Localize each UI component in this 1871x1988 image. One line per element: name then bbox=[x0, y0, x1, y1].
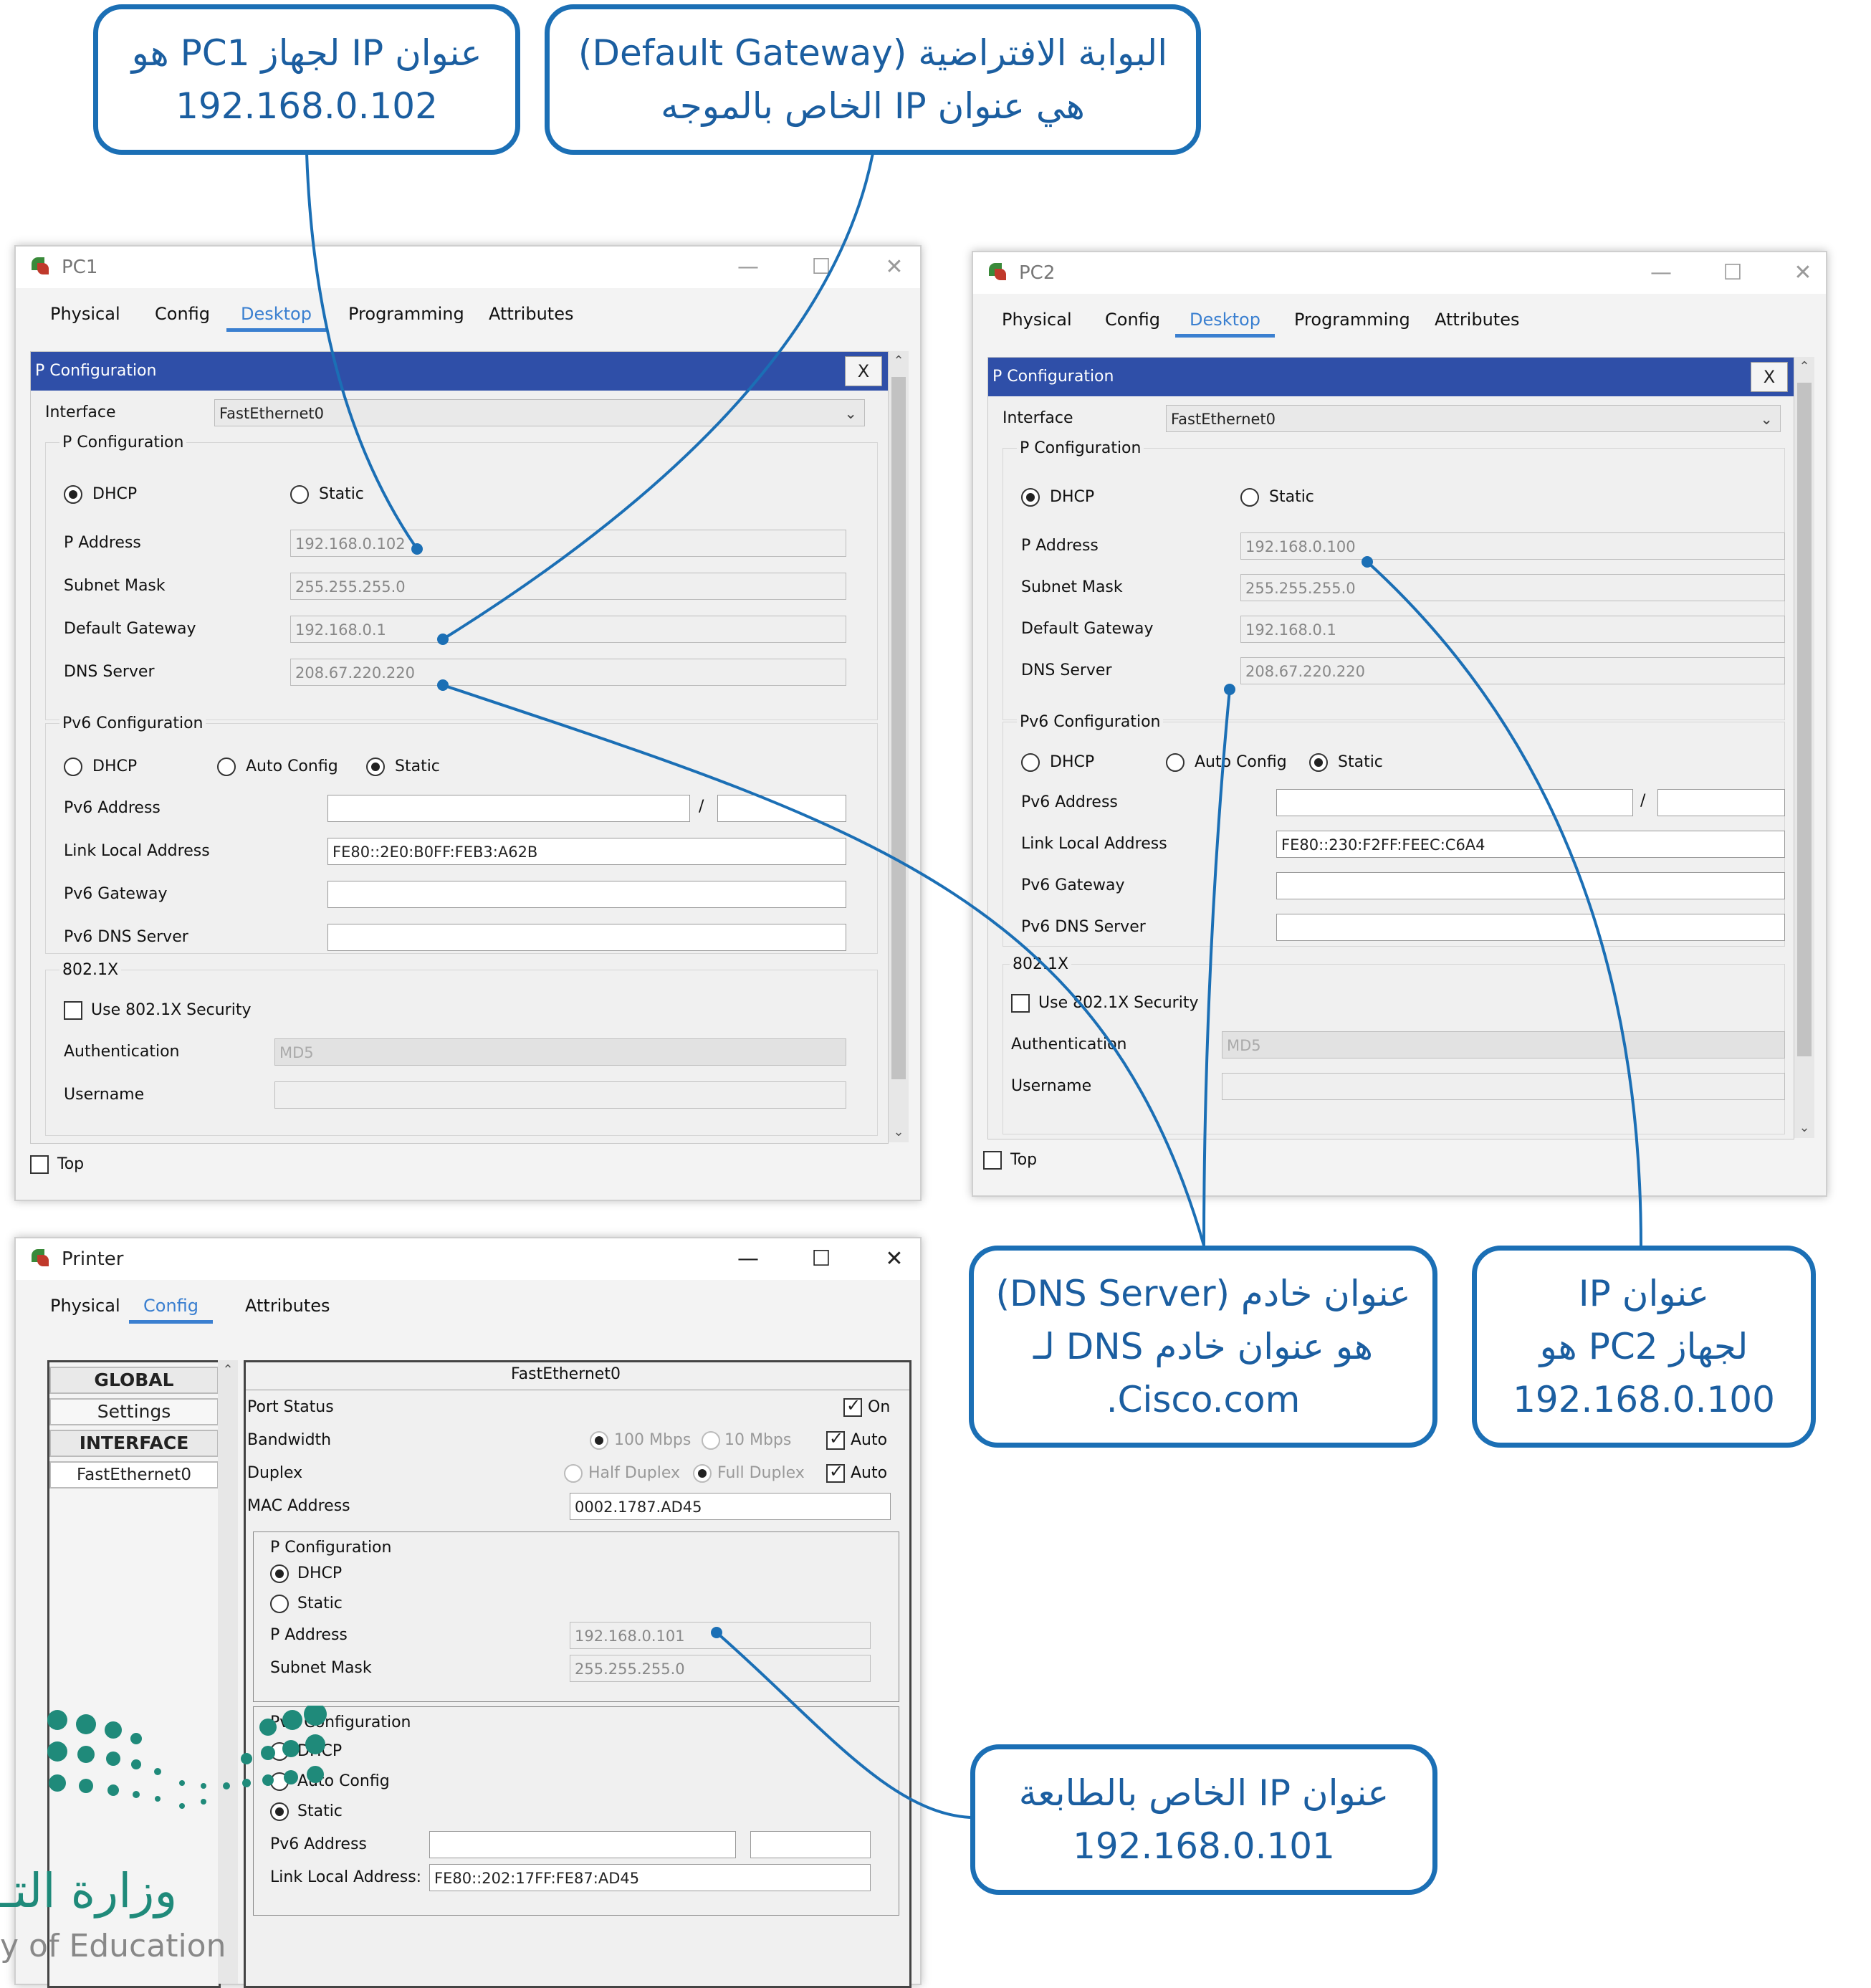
callout-gateway: البوابة الافتراضية (Default Gateway) هي … bbox=[545, 4, 1201, 155]
callout-pc2-ip-line3: 192.168.0.100 bbox=[1513, 1379, 1775, 1420]
callout-pc1-ip-line2: 192.168.0.102 bbox=[176, 85, 438, 127]
dot-printer-ip bbox=[711, 1627, 722, 1638]
callout-pc1-ip-line1: عنوان IP لجهاز PC1 هو bbox=[131, 32, 482, 74]
callout-printer-ip: عنوان IP الخاص بالطابعة 192.168.0.101 bbox=[970, 1744, 1437, 1895]
callout-pc2-ip: عنوان IP لجهاز PC2 هو 192.168.0.100 bbox=[1472, 1246, 1816, 1448]
dot-pc2-ip bbox=[1362, 556, 1373, 568]
callout-pc2-ip-line2: لجهاز PC2 هو bbox=[1539, 1326, 1748, 1367]
dot-pc1-ip bbox=[411, 543, 423, 555]
connector-dns-pc1 bbox=[442, 684, 1205, 1246]
connector-gateway bbox=[441, 153, 874, 641]
callout-pc1-ip: عنوان IP لجهاز PC1 هو 192.168.0.102 bbox=[93, 4, 520, 155]
callout-printer-ip-line2: 192.168.0.101 bbox=[1073, 1825, 1335, 1867]
callout-pc2-ip-line1: عنوان IP bbox=[1578, 1273, 1710, 1314]
dot-pc1-dns bbox=[437, 679, 449, 691]
callout-connectors bbox=[305, 153, 1642, 1819]
connector-printer-ip bbox=[715, 1631, 971, 1819]
dot-pc2-dns bbox=[1224, 684, 1235, 695]
callout-dns-line2: هو عنوان خادم DNS لـ bbox=[1033, 1326, 1374, 1367]
connector-pc1-ip bbox=[305, 153, 418, 550]
callout-dns-line1: عنوان خادم (DNS Server) bbox=[995, 1273, 1411, 1314]
connector-dns-pc2 bbox=[1202, 689, 1231, 1246]
connector-pc2-ip bbox=[1366, 560, 1642, 1246]
dot-gateway bbox=[437, 634, 449, 645]
callout-gateway-line2: هي عنوان IP الخاص بالموجه bbox=[661, 85, 1085, 127]
callout-printer-ip-line1: عنوان IP الخاص بالطابعة bbox=[1018, 1772, 1389, 1814]
callout-gateway-line1: البوابة الافتراضية (Default Gateway) bbox=[578, 32, 1168, 74]
callout-dns-line3: .Cisco.com bbox=[1106, 1379, 1301, 1420]
callout-dns: عنوان خادم (DNS Server) هو عنوان خادم DN… bbox=[969, 1246, 1437, 1448]
